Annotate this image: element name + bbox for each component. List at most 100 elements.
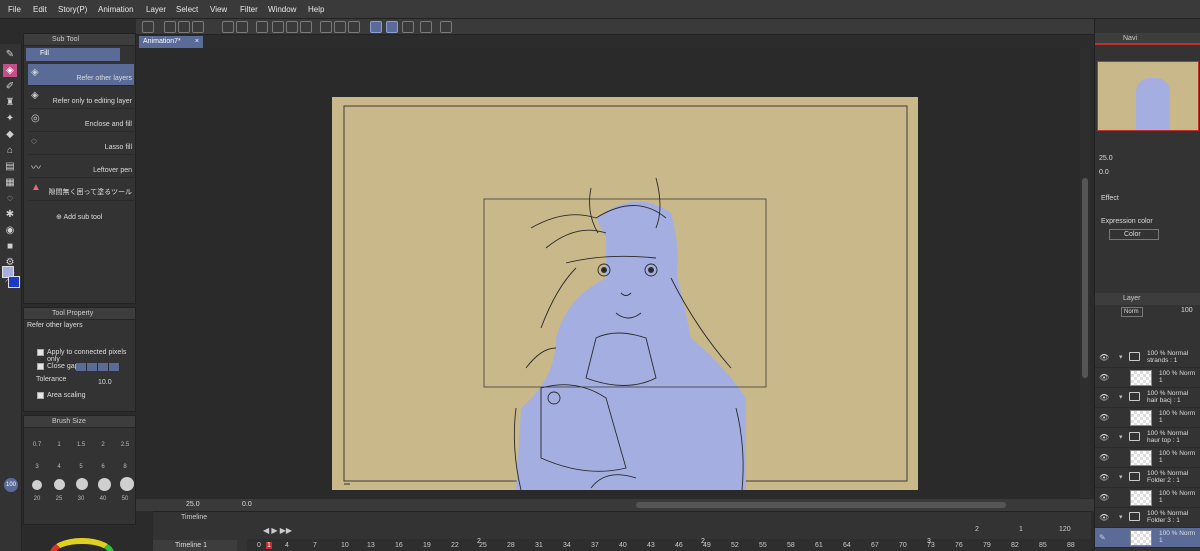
- angle-value[interactable]: 0.0: [242, 501, 252, 508]
- subtool-refer-other[interactable]: ◈ Refer other layers: [28, 64, 134, 86]
- deselect-icon[interactable]: [320, 21, 332, 33]
- eraser-tool-icon[interactable]: ◆: [3, 128, 17, 141]
- brush-size-preset[interactable]: 2: [94, 442, 112, 448]
- brush-size-preset[interactable]: 8: [116, 464, 134, 470]
- expression-color-select[interactable]: Color: [1109, 229, 1159, 240]
- canvas-horizontal-scrollbar[interactable]: [636, 502, 1006, 508]
- pencil-tool-icon[interactable]: ✐: [3, 80, 17, 93]
- canvas-svg[interactable]: [136, 48, 1080, 498]
- blend-tool-icon[interactable]: ⌂: [3, 144, 17, 157]
- undo-icon[interactable]: [222, 21, 234, 33]
- add-sub-tool-button[interactable]: ⊕ Add sub tool: [56, 213, 102, 221]
- brush-size-preset[interactable]: 50: [116, 496, 134, 502]
- snap-grid-icon[interactable]: [402, 21, 414, 33]
- gradient-tool-icon[interactable]: ■: [3, 240, 17, 253]
- figure-tool-icon[interactable]: ▤: [3, 160, 17, 173]
- menu-animation[interactable]: Animation: [98, 5, 134, 14]
- sparkle-tool-icon[interactable]: ✦: [3, 112, 17, 125]
- brush-size-preset[interactable]: 4: [50, 464, 68, 470]
- layer-row[interactable]: 👁 ▾ 100 % Normal haur top : 1: [1095, 428, 1200, 448]
- eye-icon[interactable]: 👁: [1099, 373, 1109, 382]
- zoom-value[interactable]: 25.0: [186, 501, 200, 508]
- tolerance-value[interactable]: 10.0: [98, 379, 112, 386]
- navigator-preview[interactable]: [1097, 61, 1199, 131]
- menu-select[interactable]: Select: [176, 5, 198, 14]
- eye-icon[interactable]: 👁: [1099, 393, 1109, 402]
- close-gap-checkbox[interactable]: [37, 363, 44, 370]
- device-icon[interactable]: [420, 21, 432, 33]
- subtool-refer-only[interactable]: ◈ Refer only to editing layer: [28, 87, 134, 109]
- area-scaling-checkbox[interactable]: [37, 392, 44, 399]
- magic-wand-icon[interactable]: ✱: [3, 208, 17, 221]
- new-file-icon[interactable]: [164, 21, 176, 33]
- lasso-tool-icon[interactable]: ◌: [3, 192, 17, 205]
- layer-row-selected[interactable]: ✎ 100 % Norm 1: [1095, 528, 1200, 548]
- pen-tool-icon[interactable]: ✎: [3, 48, 17, 61]
- subtool-enclose[interactable]: ◎ Enclose and fill: [28, 110, 134, 132]
- snap-ruler-icon[interactable]: [370, 21, 382, 33]
- eye-icon[interactable]: 👁: [1099, 493, 1109, 502]
- brush-size-preset[interactable]: 2.5: [116, 442, 134, 448]
- subtool-leftover[interactable]: 〰 Leftover pen: [28, 156, 134, 178]
- bucket-tool-icon[interactable]: ◉: [3, 224, 17, 237]
- eye-icon[interactable]: 👁: [1099, 513, 1109, 522]
- brush-size-preset[interactable]: 20: [28, 496, 46, 502]
- layer-row[interactable]: 👁 ▾ 100 % Normal strands : 1: [1095, 348, 1200, 368]
- brush-dot[interactable]: [76, 478, 88, 490]
- brush-size-preset[interactable]: 6: [94, 464, 112, 470]
- menu-layer[interactable]: Layer: [146, 5, 166, 14]
- layer-row[interactable]: 👁 ▾ 100 % Normal Folder 2 : 1: [1095, 468, 1200, 488]
- layer-row[interactable]: 👁 ▾ 100 % Normal hair bacj : 1: [1095, 388, 1200, 408]
- snap-special-icon[interactable]: [386, 21, 398, 33]
- brush-size-preset[interactable]: 1: [50, 442, 68, 448]
- eye-icon[interactable]: 👁: [1099, 433, 1109, 442]
- brush-size-preset[interactable]: 40: [94, 496, 112, 502]
- menu-filter[interactable]: Filter: [240, 5, 258, 14]
- invert-icon[interactable]: [334, 21, 346, 33]
- fill-tool-icon[interactable]: ◈: [3, 64, 17, 77]
- brush-dot[interactable]: [98, 478, 111, 491]
- color-wheel[interactable]: [50, 538, 114, 551]
- app-icon[interactable]: [142, 21, 154, 33]
- timeline-name[interactable]: Timeline 1: [153, 540, 237, 551]
- canvas-area[interactable]: [136, 48, 1080, 498]
- navigator-zoom[interactable]: 25.0: [1099, 155, 1113, 162]
- save-icon[interactable]: [192, 21, 204, 33]
- fill-icon[interactable]: [286, 21, 298, 33]
- brush-dot[interactable]: [54, 479, 65, 490]
- opacity-slider[interactable]: 100: [4, 478, 18, 538]
- clear-icon[interactable]: [272, 21, 284, 33]
- brush-size-preset[interactable]: 3: [28, 464, 46, 470]
- layer-row[interactable]: 👁 100 % Norm 1: [1095, 488, 1200, 508]
- layer-row[interactable]: 👁 100 % Norm 1: [1095, 368, 1200, 388]
- layer-row[interactable]: 👁 100 % Norm 1: [1095, 448, 1200, 468]
- chevron-down-icon[interactable]: ▾: [1119, 473, 1123, 481]
- companion-icon[interactable]: [440, 21, 452, 33]
- brush-size-preset[interactable]: 5: [72, 464, 90, 470]
- menu-help[interactable]: Help: [308, 5, 324, 14]
- close-gap-selector[interactable]: [76, 363, 120, 371]
- redo-icon[interactable]: [236, 21, 248, 33]
- layer-opacity[interactable]: 100: [1181, 307, 1193, 314]
- eye-icon[interactable]: 👁: [1099, 473, 1109, 482]
- layer-row[interactable]: 👁 ▾ 100 % Normal Folder 3 : 1: [1095, 508, 1200, 528]
- menu-file[interactable]: File: [8, 5, 21, 14]
- menu-edit[interactable]: Edit: [33, 5, 47, 14]
- brush-dot[interactable]: [120, 477, 134, 491]
- canvas-vertical-scrollbar[interactable]: [1080, 48, 1090, 498]
- navigator-angle[interactable]: 0.0: [1099, 169, 1109, 176]
- chevron-down-icon[interactable]: ▾: [1119, 433, 1123, 441]
- transform-icon[interactable]: [300, 21, 312, 33]
- eye-icon[interactable]: 👁: [1099, 353, 1109, 362]
- menu-view[interactable]: View: [210, 5, 227, 14]
- subtool-group-fill[interactable]: Fill: [26, 48, 120, 61]
- brush-size-preset[interactable]: 0.7: [28, 442, 46, 448]
- chevron-down-icon[interactable]: ▾: [1119, 353, 1123, 361]
- document-tab[interactable]: Animation7* ×: [139, 36, 203, 48]
- play-button[interactable]: ◀ ▶ ▶▶: [263, 526, 292, 535]
- selection-icon[interactable]: [348, 21, 360, 33]
- menu-story[interactable]: Story(P): [58, 5, 87, 14]
- brush-size-preset[interactable]: 25: [50, 496, 68, 502]
- chevron-down-icon[interactable]: ▾: [1119, 513, 1123, 521]
- brush-tool-icon[interactable]: ♜: [3, 96, 17, 109]
